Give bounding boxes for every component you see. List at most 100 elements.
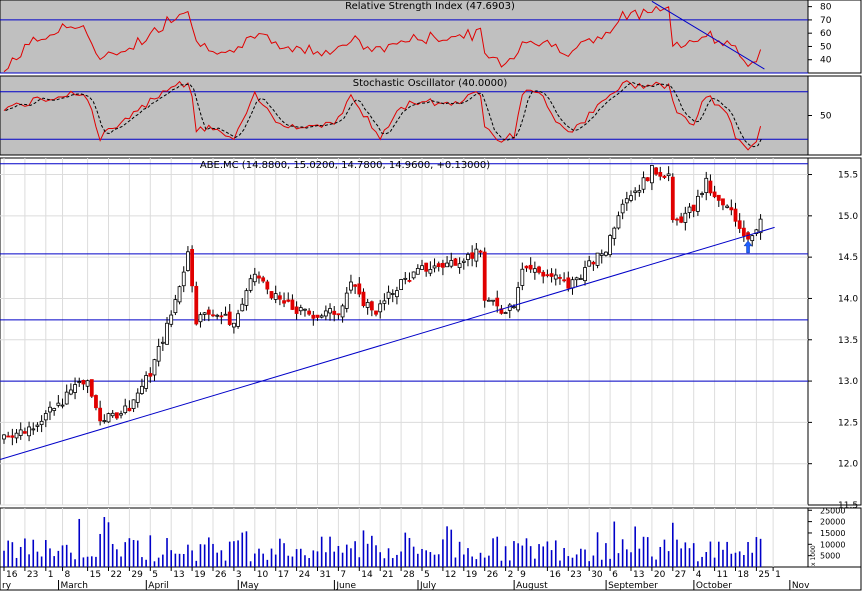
candle-up	[415, 268, 420, 275]
day-label: 29	[131, 570, 143, 580]
candle-up	[491, 299, 495, 302]
day-label: 30	[591, 570, 603, 580]
candle-down	[729, 207, 734, 211]
candle-up	[77, 381, 82, 383]
day-label: 1	[775, 570, 781, 580]
day-label: 9	[520, 570, 526, 580]
candle-down	[257, 275, 261, 279]
candle-up	[553, 274, 558, 280]
candle-up	[27, 426, 31, 437]
candle-up	[637, 190, 642, 193]
candle-up	[695, 195, 700, 212]
candle-up	[620, 203, 625, 214]
candle-down	[227, 311, 232, 325]
month-label: March	[61, 581, 88, 591]
candle-up	[328, 308, 332, 314]
candle-up	[399, 279, 404, 290]
candle-up	[432, 265, 437, 269]
candle-up	[140, 385, 144, 394]
candle-down	[737, 220, 742, 229]
candle-down	[733, 208, 738, 222]
day-label: 7	[340, 570, 346, 580]
candle-down	[670, 176, 675, 221]
candle-down	[524, 265, 529, 269]
candle-up	[461, 260, 466, 263]
month-label: August	[516, 581, 548, 591]
candle-down	[361, 291, 366, 307]
candle-up	[604, 251, 608, 256]
candle-down	[22, 431, 27, 434]
candle-down	[148, 373, 153, 377]
rsi-y-tick-label: 60	[820, 29, 832, 39]
candle-up	[445, 262, 449, 268]
candle-up	[73, 384, 77, 393]
candle-down	[357, 283, 362, 295]
candle-down	[741, 227, 746, 237]
candle-up	[512, 306, 516, 309]
candle-up	[599, 253, 604, 256]
candle-down	[269, 291, 274, 299]
candle-down	[675, 218, 679, 221]
candle-down	[691, 204, 696, 212]
candle-up	[160, 341, 165, 344]
candle-up	[595, 252, 600, 266]
day-label: 31	[320, 570, 331, 580]
month-label: July	[419, 581, 437, 591]
candle-down	[190, 249, 195, 287]
volume-y-tick-label: 15000	[820, 529, 845, 538]
stock-chart: 16 23 1 8 15 22 29 5 13 19 26 3 10 17 24 31 7 14 21 28 5 12 19…	[0, 0, 862, 591]
candle-up	[629, 195, 633, 201]
candle-up	[516, 287, 521, 311]
day-label: 25	[758, 570, 769, 580]
month-label: April	[148, 581, 169, 591]
candle-down	[332, 310, 337, 315]
day-label: 19	[466, 570, 478, 580]
candle-down	[658, 171, 663, 177]
candle-up	[223, 313, 228, 316]
candle-up	[131, 399, 136, 409]
candle-down	[478, 250, 483, 253]
candle-down	[562, 279, 567, 282]
candle-up	[411, 271, 416, 279]
candle-up	[750, 235, 755, 242]
candle-up	[532, 268, 537, 273]
rsi-y-tick-label: 80	[820, 3, 832, 13]
candle-up	[231, 322, 236, 328]
candle-down	[261, 277, 266, 282]
candle-down	[716, 194, 721, 201]
day-label: 28	[403, 570, 415, 580]
day-label: 21	[382, 570, 393, 580]
candle-up	[106, 413, 111, 423]
candle-up	[507, 304, 512, 311]
candle-down	[89, 379, 94, 397]
volume-y-tick-label: 20000	[820, 518, 845, 527]
day-label: 15	[90, 570, 101, 580]
candle-up	[578, 278, 583, 280]
candle-up	[390, 293, 395, 295]
candle-up	[641, 177, 646, 190]
candle-up	[52, 408, 57, 411]
day-label: 4	[696, 570, 702, 580]
candle-down	[206, 309, 211, 315]
candle-up	[365, 302, 370, 308]
day-label: 13	[633, 570, 644, 580]
day-label: 5	[424, 570, 430, 580]
candle-down	[294, 306, 299, 314]
candle-up	[700, 193, 704, 195]
candle-up	[420, 265, 424, 270]
candle-up	[43, 413, 48, 421]
day-label: 6	[612, 570, 618, 580]
candle-up	[298, 307, 303, 312]
rsi-y-tick-label: 40	[820, 56, 832, 66]
candle-up	[68, 389, 73, 395]
day-label: 26	[215, 570, 227, 580]
candle-up	[202, 312, 207, 315]
candle-down	[219, 315, 224, 318]
candle-down	[537, 266, 541, 273]
day-label: 23	[570, 570, 581, 580]
day-label: 12	[445, 570, 456, 580]
day-label: 13	[173, 570, 184, 580]
candle-down	[211, 314, 215, 317]
month-label: ry	[2, 581, 12, 591]
stoch-axis-area	[807, 75, 862, 156]
